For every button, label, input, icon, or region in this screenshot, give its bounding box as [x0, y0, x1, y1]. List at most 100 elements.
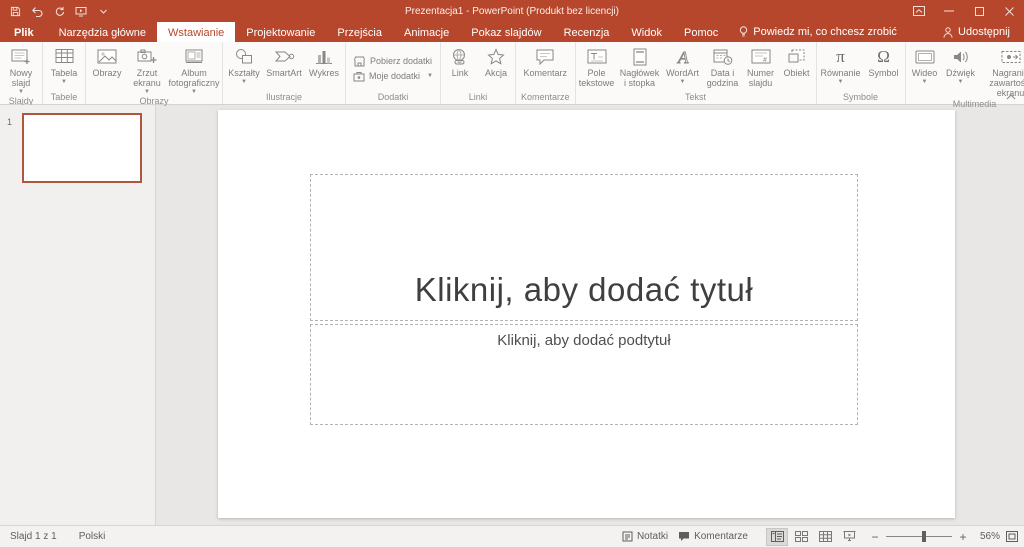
tab-pomoc[interactable]: Pomoc	[673, 22, 729, 42]
screen-recording-button[interactable]: Nagranie zawartości ekranu	[979, 43, 1024, 98]
ribbon-group-label: Symbole	[843, 92, 879, 102]
slide-thumbnail[interactable]	[22, 113, 142, 183]
ribbon-button-label: Dźwięk	[946, 68, 976, 78]
action-button[interactable]: Akcja	[478, 43, 514, 78]
comments-label: Komentarze	[694, 531, 748, 542]
chart-button[interactable]: Wykres	[304, 43, 344, 78]
undo-icon[interactable]	[30, 4, 44, 18]
ribbon-button-label: Nagranie zawartości ekranu	[989, 68, 1024, 99]
person-icon	[943, 26, 953, 38]
tab-wstawianie[interactable]: Wstawianie	[157, 22, 236, 42]
tab-label: Projektowanie	[246, 26, 316, 39]
subtitle-placeholder[interactable]: Kliknij, aby dodać podtytuł	[310, 324, 858, 425]
notes-icon	[622, 531, 633, 542]
language-indicator[interactable]: Polski	[79, 531, 106, 542]
ribbon-group-label: Komentarze	[520, 92, 570, 102]
normal-view-button[interactable]	[766, 527, 788, 546]
screenshot-icon	[137, 45, 157, 68]
ribbon-group-symbole: π Równanie ▼ Ω Symbol Symbole	[817, 42, 906, 104]
tab-pokaz-slajdow[interactable]: Pokaz slajdów	[460, 22, 552, 42]
zoom-in-button[interactable]: +	[958, 530, 968, 544]
ribbon-group-komentarze: Komentarz Komentarze	[516, 42, 576, 104]
slide-number-button[interactable]: # Numer slajdu	[743, 43, 779, 88]
shapes-button[interactable]: Kształty ▼	[224, 43, 264, 85]
tab-przejscia[interactable]: Przejścia	[326, 22, 393, 42]
pictures-icon	[97, 45, 117, 68]
my-addins-button[interactable]: Moje dodatki ▼	[353, 71, 433, 82]
close-button[interactable]	[994, 0, 1024, 22]
textbox-button[interactable]: Pole tekstowe	[577, 43, 617, 88]
ribbon-display-options-icon[interactable]	[904, 0, 934, 22]
tab-widok[interactable]: Widok	[620, 22, 673, 42]
comments-toggle[interactable]: Komentarze	[678, 531, 748, 542]
zoom-controls: − + 56%	[870, 530, 1018, 544]
header-footer-button[interactable]: Nagłówek i stopka	[617, 43, 663, 88]
maximize-button[interactable]	[964, 0, 994, 22]
symbol-button[interactable]: Ω Symbol	[864, 43, 904, 78]
ribbon-button-label: Wykres	[309, 68, 339, 78]
editing-workspace: Kliknij, aby dodać tytuł Kliknij, aby do…	[156, 105, 1024, 525]
tab-recenzja[interactable]: Recenzja	[553, 22, 621, 42]
pictures-button[interactable]: Obrazy	[87, 43, 127, 78]
ribbon-group-linki: Link Akcja Linki	[441, 42, 516, 104]
ribbon-group-label: Tabele	[50, 92, 78, 102]
photo-album-button[interactable]: Album fotograficzny ▼	[167, 43, 221, 95]
fit-slide-to-window-button[interactable]	[1006, 531, 1018, 542]
object-icon	[787, 45, 806, 68]
ribbon-group-tekst: Pole tekstowe Nagłówek i stopka A WordAr…	[576, 42, 817, 104]
svg-text:#: #	[763, 57, 767, 64]
redo-icon[interactable]	[52, 4, 66, 18]
save-icon[interactable]	[8, 4, 22, 18]
minimize-button[interactable]	[934, 0, 964, 22]
date-time-button[interactable]: Data i godzina	[703, 43, 743, 88]
tab-projektowanie[interactable]: Projektowanie	[235, 22, 326, 42]
slide-sorter-view-button[interactable]	[790, 528, 812, 546]
zoom-slider-thumb[interactable]	[922, 531, 927, 542]
ribbon-button-label: SmartArt	[266, 68, 302, 78]
collapse-ribbon-icon[interactable]	[1006, 94, 1016, 100]
get-addins-button[interactable]: Pobierz dodatki	[353, 56, 432, 67]
ribbon-group-ilustracje: Kształty ▼ SmartArt Wykres Ilustracje	[223, 42, 346, 104]
table-button[interactable]: Tabela ▼	[44, 43, 84, 85]
zoom-level[interactable]: 56%	[974, 531, 1000, 542]
notes-toggle[interactable]: Notatki	[622, 531, 668, 542]
tab-narzedzia-glowne[interactable]: Narzędzia główne	[48, 22, 157, 42]
video-button[interactable]: Wideo ▼	[907, 43, 943, 85]
share-button[interactable]: Udostępnij	[929, 22, 1024, 42]
chart-icon	[315, 45, 333, 68]
slide-canvas[interactable]: Kliknij, aby dodać tytuł Kliknij, aby do…	[218, 110, 955, 518]
equation-button[interactable]: π Równanie ▼	[818, 43, 864, 85]
audio-button[interactable]: Dźwięk ▼	[943, 43, 979, 85]
ribbon-button-label: Pole tekstowe	[578, 68, 615, 89]
ribbon-group-label: Dodatki	[377, 92, 409, 102]
ribbon-button-label: Album fotograficzny	[168, 68, 220, 89]
dropdown-arrow-icon: ▼	[679, 79, 686, 86]
lightbulb-icon	[739, 26, 748, 38]
tab-plik[interactable]: Plik	[0, 22, 48, 42]
ribbon-button-label: Moje dodatki	[369, 71, 421, 81]
screenshot-button[interactable]: Zrzut ekranu ▼	[127, 43, 167, 95]
new-slide-button[interactable]: Nowy slajd ▼	[1, 43, 41, 95]
smartart-button[interactable]: SmartArt	[264, 43, 304, 78]
zoom-out-button[interactable]: −	[870, 530, 880, 544]
zoom-slider[interactable]	[886, 531, 952, 542]
object-button[interactable]: Obiekt	[779, 43, 815, 78]
tab-animacje[interactable]: Animacje	[393, 22, 460, 42]
tab-label: Animacje	[403, 26, 450, 39]
notes-label: Notatki	[636, 531, 669, 542]
screen-recording-icon	[1001, 45, 1021, 68]
wordart-button[interactable]: A WordArt ▼	[663, 43, 703, 86]
header-footer-icon	[632, 45, 648, 68]
tell-me-box[interactable]: Powiedz mi, co chcesz zrobić	[729, 22, 907, 42]
svg-text:A: A	[677, 48, 689, 66]
tab-label: Przejścia	[337, 26, 382, 39]
reading-view-button[interactable]	[814, 528, 836, 546]
link-button[interactable]: Link	[442, 43, 478, 78]
comments-icon	[678, 531, 690, 542]
comment-button[interactable]: Komentarz	[520, 43, 570, 78]
ribbon-button-label: Kształty	[228, 68, 260, 78]
title-placeholder[interactable]: Kliknij, aby dodać tytuł	[310, 174, 858, 321]
customize-qat-dropdown-icon[interactable]	[96, 4, 110, 18]
start-slideshow-icon[interactable]	[74, 4, 88, 18]
slideshow-view-button[interactable]	[838, 528, 860, 546]
